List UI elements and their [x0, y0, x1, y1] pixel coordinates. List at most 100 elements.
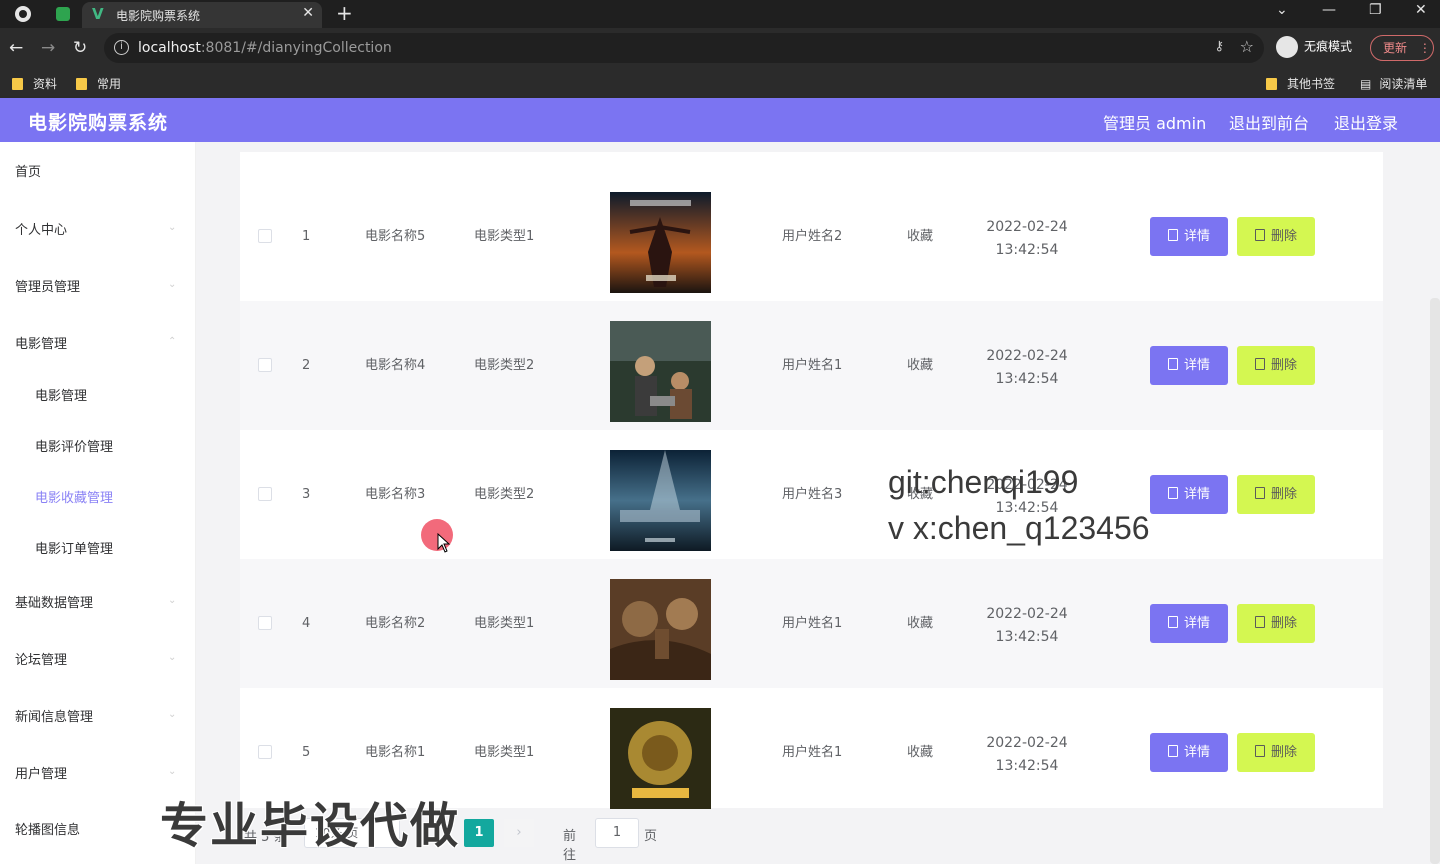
tab-title: 电影院购票系统	[116, 9, 201, 23]
other-bookmarks[interactable]: 其他书签	[1266, 75, 1335, 92]
update-button[interactable]: 更新 ⋮	[1370, 35, 1434, 61]
tab-close-icon[interactable]: ✕	[302, 5, 314, 21]
address-bar-row: ← → ↻ i localhost:8081/#/dianyingCollect…	[0, 28, 1440, 68]
detail-button[interactable]: 详情	[1150, 733, 1228, 772]
movie-type: 电影类型1	[474, 616, 535, 631]
logout-link[interactable]: 退出登录	[1334, 110, 1398, 134]
sidebar-item-movies[interactable]: 电影管理	[15, 333, 67, 352]
sidebar-item-home[interactable]: 首页	[15, 161, 41, 180]
trash-icon	[1254, 487, 1265, 499]
document-icon	[1167, 358, 1178, 370]
restore-icon[interactable]: ❐	[1369, 2, 1382, 18]
row-checkbox[interactable]	[258, 358, 272, 372]
browser-tab[interactable]: V 电影院购票系统 ✕	[82, 2, 322, 28]
row-checkbox[interactable]	[258, 745, 272, 759]
chevron-down-icon: ⌄	[168, 279, 177, 290]
sidebar-item-base-data[interactable]: 基础数据管理	[15, 592, 93, 611]
detail-button[interactable]: 详情	[1150, 475, 1228, 514]
movie-poster	[610, 192, 711, 293]
mouse-cursor-icon	[437, 533, 451, 553]
main-content: 1 电影名称5 电影类型1 用户姓名2 收藏 2022-02-24 13:42:5…	[196, 142, 1440, 864]
movie-poster	[610, 450, 711, 551]
watermark-line: v x:chen_q123456	[888, 510, 1150, 546]
goto-page-input[interactable]: 1	[595, 818, 639, 848]
collection-kind: 收藏	[907, 616, 934, 631]
row-checkbox[interactable]	[258, 487, 272, 501]
user-name: 用户姓名1	[782, 745, 843, 760]
chevron-down-icon: ⌄	[168, 766, 177, 777]
trash-icon	[1254, 358, 1265, 370]
created-time: 2022-02-24 13:42:54	[986, 735, 1068, 774]
delete-button[interactable]: 删除	[1237, 475, 1315, 514]
trash-icon	[1254, 229, 1265, 241]
forward-icon[interactable]: →	[41, 38, 55, 58]
user-name: 用户姓名1	[782, 358, 843, 373]
sidebar-item-news[interactable]: 新闻信息管理	[15, 706, 93, 725]
delete-button[interactable]: 删除	[1237, 733, 1315, 772]
vue-logo-icon: V	[92, 5, 104, 23]
sidebar-subitem-movie-collection[interactable]: 电影收藏管理	[35, 487, 113, 506]
row-checkbox[interactable]	[258, 229, 272, 243]
bookmarks-bar: 资料 常用 其他书签 ▤ 阅读清单	[0, 68, 1440, 98]
folder-icon	[12, 78, 23, 90]
admin-label: 管理员 admin	[1103, 114, 1207, 133]
tab-search-icon[interactable]: ⌄	[1276, 2, 1288, 18]
document-icon	[1167, 487, 1178, 499]
reload-icon[interactable]: ↻	[73, 38, 87, 58]
collection-kind: 收藏	[907, 358, 934, 373]
delete-button[interactable]: 删除	[1237, 346, 1315, 385]
movie-name: 电影名称3	[365, 487, 426, 502]
page-scrollbar[interactable]	[1430, 298, 1440, 864]
sidebar-subitem-movie-review[interactable]: 电影评价管理	[35, 436, 113, 455]
bookmark-folder[interactable]: 资料	[12, 75, 57, 92]
sidebar-subitem-movie-order[interactable]: 电影订单管理	[35, 538, 113, 557]
detail-button[interactable]: 详情	[1150, 346, 1228, 385]
incognito-indicator[interactable]: 无痕模式	[1276, 36, 1352, 58]
sidebar-subitem-movie-manage[interactable]: 电影管理	[35, 385, 87, 404]
bookmark-star-icon[interactable]: ☆	[1240, 37, 1254, 56]
page-number-active[interactable]: 1	[464, 819, 494, 847]
sidebar-item-forum[interactable]: 论坛管理	[15, 649, 67, 668]
reading-list[interactable]: ▤ 阅读清单	[1360, 75, 1427, 92]
back-icon[interactable]: ←	[9, 38, 23, 58]
site-info-icon[interactable]: i	[114, 40, 129, 55]
url-field[interactable]: i localhost:8081/#/dianyingCollection ⚷ …	[104, 33, 1264, 63]
minimize-icon[interactable]: —	[1322, 2, 1336, 18]
movie-type: 电影类型1	[474, 229, 535, 244]
chevron-down-icon: ⌄	[168, 652, 177, 663]
sidebar-item-profile[interactable]: 个人中心	[15, 219, 67, 238]
new-tab-icon[interactable]: +	[336, 1, 353, 25]
app-title: 电影院购票系统	[28, 112, 169, 134]
sidebar-item-admin[interactable]: 管理员管理	[15, 276, 80, 295]
delete-button[interactable]: 删除	[1237, 604, 1315, 643]
movie-name: 电影名称5	[365, 229, 426, 244]
collection-table: 1 电影名称5 电影类型1 用户姓名2 收藏 2022-02-24 13:42:5…	[240, 152, 1383, 809]
delete-button[interactable]: 删除	[1237, 217, 1315, 256]
close-window-icon[interactable]: ✕	[1415, 2, 1427, 18]
detail-button[interactable]: 详情	[1150, 217, 1228, 256]
back-to-frontend-link[interactable]: 退出到前台	[1229, 110, 1309, 134]
created-time: 2022-02-24 13:42:54	[986, 219, 1068, 258]
movie-name: 电影名称4	[365, 358, 426, 373]
row-index: 4	[302, 616, 311, 631]
reading-list-icon: ▤	[1360, 77, 1372, 91]
movie-type: 电影类型2	[474, 487, 535, 502]
browser-menu-icon[interactable]	[14, 5, 32, 23]
url-text: localhost:8081/#/dianyingCollection	[138, 40, 392, 56]
row-index: 1	[302, 229, 311, 244]
chevron-up-icon: ⌃	[168, 336, 177, 347]
password-key-icon[interactable]: ⚷	[1214, 39, 1224, 54]
bookmark-folder[interactable]: 常用	[76, 75, 121, 92]
collection-kind: 收藏	[907, 745, 934, 760]
sidebar-item-users[interactable]: 用户管理	[15, 763, 67, 782]
row-checkbox[interactable]	[258, 616, 272, 630]
incognito-icon	[1276, 36, 1298, 58]
watermark-line: git:chenqi199	[888, 464, 1079, 500]
extension-icon[interactable]	[54, 5, 72, 23]
folder-icon	[76, 78, 87, 90]
next-page-icon[interactable]: ›	[504, 819, 534, 847]
detail-button[interactable]: 详情	[1150, 604, 1228, 643]
collection-kind: 收藏	[907, 229, 934, 244]
sidebar-item-carousel[interactable]: 轮播图信息	[15, 819, 80, 838]
table-row: 4 电影名称2 电影类型1 用户姓名1 收藏 2022-02-24 13:42:5…	[240, 559, 1383, 688]
